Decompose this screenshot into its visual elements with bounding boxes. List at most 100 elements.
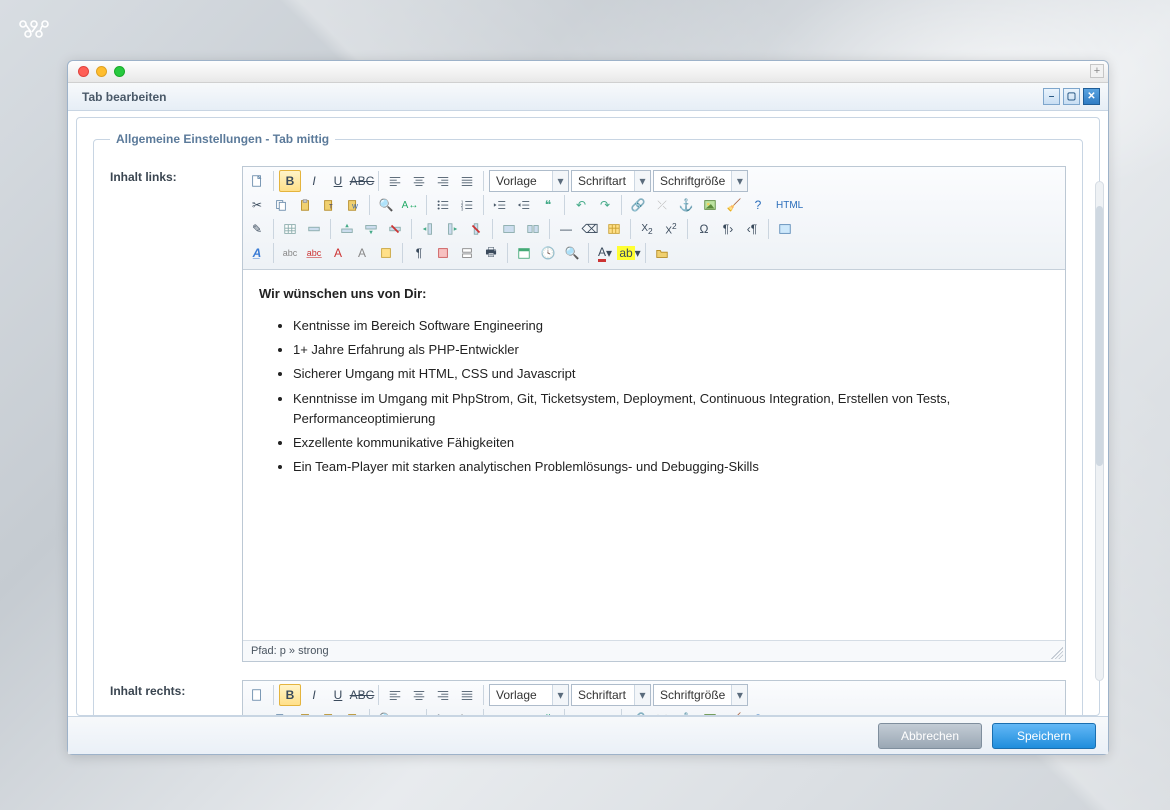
visual-aid-button[interactable] [432, 242, 454, 264]
indent-button[interactable] [513, 708, 535, 716]
link-button[interactable]: 🔗 [627, 194, 649, 216]
underline-button[interactable]: U [327, 684, 349, 706]
clear-style-button[interactable]: A [351, 242, 373, 264]
template-dropdown[interactable]: Vorlage▾ [489, 170, 569, 192]
align-center-button[interactable] [408, 170, 430, 192]
template-insert-icon[interactable] [375, 242, 397, 264]
find-replace-icon[interactable]: A↔ [399, 708, 421, 716]
cleanup-button[interactable]: 🧹 [723, 708, 745, 716]
edit-icon[interactable]: ✎ [246, 218, 268, 240]
rte-path-bar[interactable]: Pfad: p » strong [243, 640, 1065, 661]
font-family-dropdown[interactable]: Schriftart▾ [571, 170, 651, 192]
find-replace-icon[interactable]: A↔ [399, 194, 421, 216]
link-button[interactable]: 🔗 [627, 708, 649, 716]
cut-icon[interactable]: ✂ [246, 194, 268, 216]
align-left-button[interactable] [384, 684, 406, 706]
new-doc-icon[interactable] [246, 684, 268, 706]
paste-word-icon[interactable] [342, 708, 364, 716]
help-button[interactable]: ? [747, 194, 769, 216]
subscript-button[interactable]: X2 [636, 218, 658, 240]
table-row-props-button[interactable] [303, 218, 325, 240]
copy-icon[interactable] [270, 194, 292, 216]
special-char-button[interactable]: Ω [693, 218, 715, 240]
spellcheck-toggle-icon[interactable]: a̲b̲c̲ [303, 242, 325, 264]
merge-cells-button[interactable] [498, 218, 520, 240]
outdent-button[interactable] [489, 194, 511, 216]
font-size-dropdown[interactable]: Schriftgröße▾ [653, 170, 748, 192]
cleanup-button[interactable]: 🧹 [723, 194, 745, 216]
text-color-dropdown[interactable]: A▾ [594, 242, 616, 264]
strike-button[interactable]: ABC [351, 684, 373, 706]
cancel-button[interactable]: Abbrechen [878, 723, 982, 749]
bold-button[interactable]: B [279, 684, 301, 706]
unlink-button[interactable]: ⤫ [651, 194, 673, 216]
find-icon[interactable]: 🔍 [375, 708, 397, 716]
font-size-dropdown[interactable]: Schriftgröße▾ [653, 684, 748, 706]
window-close-traffic[interactable] [78, 66, 89, 77]
bullet-list-button[interactable] [432, 708, 454, 716]
time-button[interactable]: 🕓 [537, 242, 559, 264]
folder-open-icon[interactable] [651, 242, 673, 264]
titlebar-plus-icon[interactable]: + [1090, 64, 1104, 78]
outdent-button[interactable] [489, 708, 511, 716]
help-button[interactable]: ? [747, 708, 769, 716]
undo-button[interactable]: ↶ [570, 708, 592, 716]
anchor-button[interactable]: ⚓ [675, 708, 697, 716]
col-after-button[interactable] [441, 218, 463, 240]
row-before-button[interactable] [336, 218, 358, 240]
rte-content-area[interactable]: Wir wünschen uns von Dir: Kentnisse im B… [243, 270, 1065, 640]
blockquote-button[interactable]: ❝ [537, 194, 559, 216]
paste-icon[interactable] [294, 708, 316, 716]
unlink-button[interactable]: ⤫ [651, 708, 673, 716]
page-break-button[interactable] [456, 242, 478, 264]
copy-icon[interactable] [270, 708, 292, 716]
table-insert-button[interactable] [279, 218, 301, 240]
remove-format-button[interactable]: ⌫ [579, 218, 601, 240]
undo-button[interactable]: ↶ [570, 194, 592, 216]
image-button[interactable] [699, 194, 721, 216]
ltr-button[interactable]: ¶› [717, 218, 739, 240]
html-source-button[interactable]: HTML [771, 708, 808, 716]
bullet-list-button[interactable] [432, 194, 454, 216]
dialog-minimize-button[interactable]: – [1043, 88, 1060, 105]
redo-button[interactable]: ↷ [594, 194, 616, 216]
fullscreen-button[interactable] [774, 218, 796, 240]
window-zoom-traffic[interactable] [114, 66, 125, 77]
print-button[interactable]: 🖶 [480, 242, 502, 264]
superscript-button[interactable]: X2 [660, 218, 682, 240]
row-after-button[interactable] [360, 218, 382, 240]
preview-button[interactable]: 🔍 [561, 242, 583, 264]
font-color-button[interactable]: A [327, 242, 349, 264]
spellcheck-icon[interactable]: abc [279, 242, 301, 264]
template-dropdown[interactable]: Vorlage▾ [489, 684, 569, 706]
redo-button[interactable]: ↷ [594, 708, 616, 716]
resize-handle-icon[interactable] [1051, 647, 1063, 659]
align-right-button[interactable] [432, 170, 454, 192]
paste-icon[interactable] [294, 194, 316, 216]
vertical-scrollbar[interactable] [1095, 181, 1104, 681]
image-button[interactable] [699, 708, 721, 716]
titlebar[interactable]: + [68, 61, 1108, 83]
italic-button[interactable]: I [303, 170, 325, 192]
italic-button[interactable]: I [303, 684, 325, 706]
underline-button[interactable]: U [327, 170, 349, 192]
anchor-button[interactable]: ⚓ [675, 194, 697, 216]
col-before-button[interactable] [417, 218, 439, 240]
split-cells-button[interactable] [522, 218, 544, 240]
style-picker-icon[interactable]: A̲ [246, 242, 268, 264]
numbered-list-button[interactable]: 12 [456, 708, 478, 716]
rtl-button[interactable]: ‹¶ [741, 218, 763, 240]
numbered-list-button[interactable]: 123 [456, 194, 478, 216]
window-minimize-traffic[interactable] [96, 66, 107, 77]
show-blocks-button[interactable]: ¶ [408, 242, 430, 264]
cut-icon[interactable]: ✂ [246, 708, 268, 716]
paste-word-icon[interactable]: W [342, 194, 364, 216]
new-doc-icon[interactable] [246, 170, 268, 192]
bold-button[interactable]: B [279, 170, 301, 192]
hr-button[interactable]: ― [555, 218, 577, 240]
paste-text-icon[interactable]: T [318, 194, 340, 216]
align-justify-button[interactable] [456, 684, 478, 706]
strike-button[interactable]: ABC [351, 170, 373, 192]
find-icon[interactable]: 🔍 [375, 194, 397, 216]
align-center-button[interactable] [408, 684, 430, 706]
